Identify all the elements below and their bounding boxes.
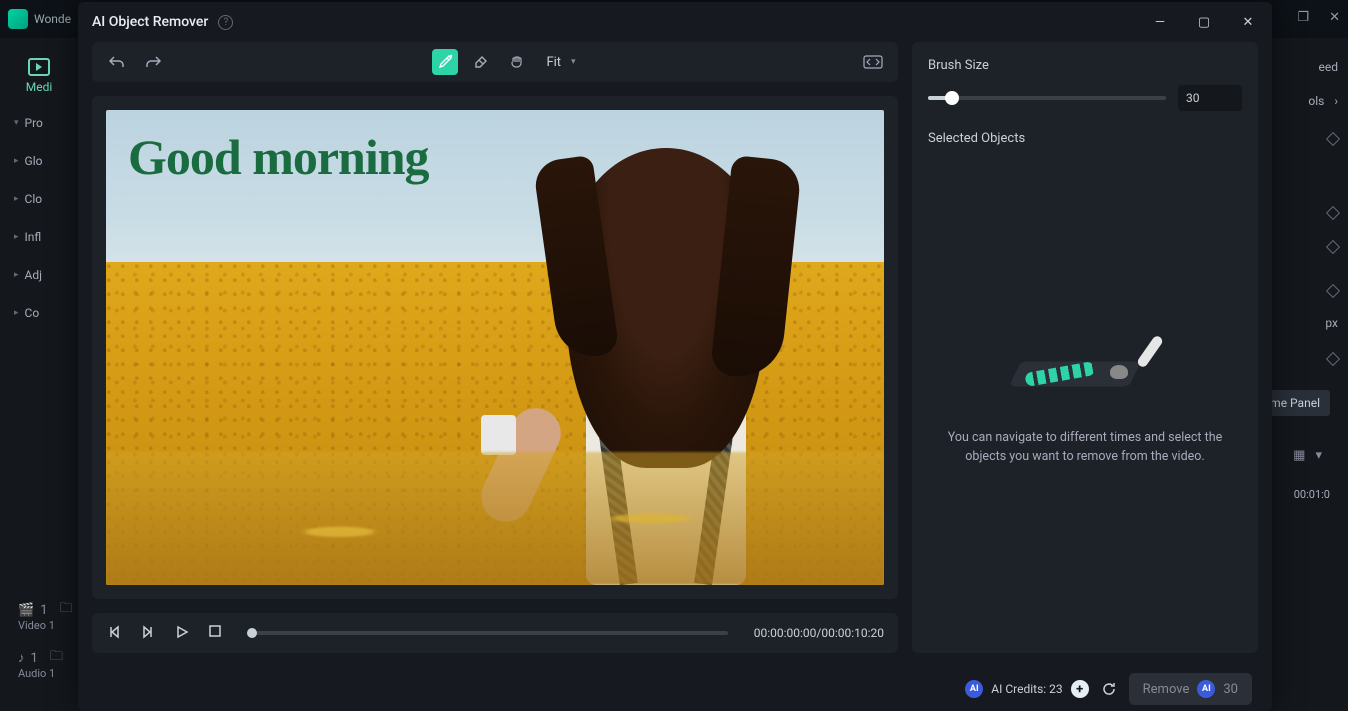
ai-badge-icon: AI xyxy=(1197,680,1215,698)
stop-button[interactable] xyxy=(208,624,226,642)
preview-foreground xyxy=(106,452,884,585)
speed-label: eed xyxy=(1319,60,1339,74)
maximize-button[interactable]: ▢ xyxy=(1194,15,1214,30)
help-icon[interactable]: ? xyxy=(218,15,233,30)
video-track-icon: 🎬 xyxy=(18,603,34,618)
undo-button[interactable] xyxy=(104,49,130,75)
grid-view-icon[interactable]: ▦ xyxy=(1293,448,1305,463)
remove-cost: 30 xyxy=(1223,682,1238,697)
folder-icon[interactable]: 🗀 xyxy=(60,599,73,621)
eraser-tool-button[interactable] xyxy=(468,49,494,75)
prev-frame-button[interactable] xyxy=(106,624,124,642)
modal-titlebar: AI Object Remover ? — ▢ ✕ xyxy=(78,2,1272,42)
keyframe-diamond-icon[interactable] xyxy=(1326,352,1340,366)
chevron-down-icon: ▾ xyxy=(571,57,576,67)
folder-icon[interactable]: 🗀 xyxy=(50,647,63,669)
compare-toggle-button[interactable] xyxy=(860,49,886,75)
redo-button[interactable] xyxy=(140,49,166,75)
empty-hint-text: You can navigate to different times and … xyxy=(938,429,1232,467)
modal-title: AI Object Remover xyxy=(92,14,208,30)
app-title: Wonde xyxy=(34,12,71,26)
brush-size-label: Brush Size xyxy=(928,58,1242,73)
playback-bar: 00:00:00:00/00:00:10:20 xyxy=(92,613,898,653)
timecode-display: 00:00:00:00/00:00:10:20 xyxy=(754,626,884,640)
video-preview[interactable]: Good morning xyxy=(106,110,884,585)
zoom-value: Fit xyxy=(546,55,561,70)
video-overlay-text: Good morning xyxy=(128,128,429,186)
bg-side-item[interactable]: ▸Co xyxy=(0,294,78,332)
play-next-button[interactable] xyxy=(140,624,158,642)
remove-button[interactable]: Remove AI 30 xyxy=(1129,673,1252,705)
audio-track-label: Audio 1 xyxy=(18,667,55,680)
preview-panel: Fit ▾ xyxy=(92,42,898,653)
add-credits-button[interactable]: + xyxy=(1071,680,1089,698)
chevron-right-icon: ▸ xyxy=(14,194,19,204)
slider-thumb[interactable] xyxy=(945,91,959,105)
chevron-right-icon[interactable]: › xyxy=(1334,94,1338,108)
audio-track-icon: ♪ xyxy=(18,650,25,666)
scrubber-playhead[interactable] xyxy=(247,628,257,638)
chevron-right-icon: ▸ xyxy=(14,156,19,166)
bg-window-controls: ❐ ✕ xyxy=(1297,10,1340,25)
media-icon xyxy=(28,58,50,76)
bg-side-item[interactable]: ▸Clo xyxy=(0,180,78,218)
empty-illustration-icon xyxy=(1005,329,1165,409)
refresh-button[interactable] xyxy=(1101,681,1117,697)
play-button[interactable] xyxy=(174,624,192,642)
chevron-right-icon: ▸ xyxy=(14,308,19,318)
selected-objects-label: Selected Objects xyxy=(928,131,1242,146)
bg-side-item[interactable]: ▸Adj xyxy=(0,256,78,294)
close-button[interactable]: ✕ xyxy=(1238,15,1258,30)
modal-footer: AI AI Credits: 23 + Remove AI 30 xyxy=(78,667,1272,711)
chevron-down-icon[interactable]: ▾ xyxy=(1315,448,1322,463)
keyframe-diamond-icon[interactable] xyxy=(1326,284,1340,298)
bg-restore-icon[interactable]: ❐ xyxy=(1297,10,1309,25)
bg-view-controls: ▦ ▾ xyxy=(1293,448,1322,463)
video-track-label: Video 1 xyxy=(18,619,55,632)
chevron-right-icon: ▸ xyxy=(14,232,19,242)
remove-label: Remove xyxy=(1143,682,1190,697)
selected-objects-empty: You can navigate to different times and … xyxy=(928,158,1242,637)
timeline-scrubber[interactable] xyxy=(252,631,728,635)
ai-object-remover-modal: AI Object Remover ? — ▢ ✕ xyxy=(78,2,1272,711)
brush-size-input[interactable] xyxy=(1178,85,1242,111)
zoom-select[interactable]: Fit ▾ xyxy=(540,51,593,74)
bg-media-tab[interactable]: Medi xyxy=(0,38,78,104)
canvas-area: Good morning xyxy=(92,96,898,599)
ai-credits-display: AI AI Credits: 23 + xyxy=(965,680,1088,698)
brush-tool-button[interactable] xyxy=(432,49,458,75)
credits-label: AI Credits: 23 xyxy=(991,682,1062,696)
pan-tool-button[interactable] xyxy=(504,49,530,75)
bg-close-icon[interactable]: ✕ xyxy=(1329,10,1340,25)
bg-side-item[interactable]: ▾Pro xyxy=(0,104,78,142)
bg-side-item[interactable]: ▸Glo xyxy=(0,142,78,180)
settings-panel: Brush Size Selected Objects You can navi… xyxy=(912,42,1258,653)
chevron-right-icon: ▸ xyxy=(14,270,19,280)
tools-label: ols xyxy=(1308,94,1324,108)
keyframe-diamond-icon[interactable] xyxy=(1326,206,1340,220)
bg-side-item[interactable]: ▸Infl xyxy=(0,218,78,256)
bg-timeline-time: 00:01:0 xyxy=(1294,488,1330,501)
chevron-down-icon: ▾ xyxy=(14,118,19,128)
keyframe-diamond-icon[interactable] xyxy=(1326,132,1340,146)
minimize-button[interactable]: — xyxy=(1150,15,1170,30)
brush-size-slider[interactable] xyxy=(928,96,1166,100)
preview-toolbar: Fit ▾ xyxy=(92,42,898,82)
media-tab-label: Medi xyxy=(0,80,78,94)
ai-badge-icon: AI xyxy=(965,680,983,698)
keyframe-diamond-icon[interactable] xyxy=(1326,240,1340,254)
unit-label: px xyxy=(1325,316,1338,330)
app-logo-icon xyxy=(8,9,28,29)
